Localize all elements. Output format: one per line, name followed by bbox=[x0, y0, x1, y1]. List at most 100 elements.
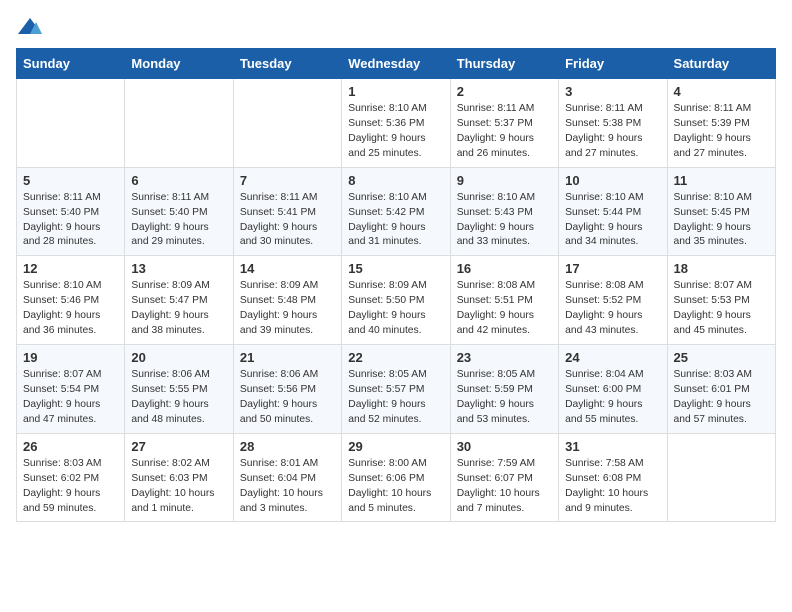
day-number: 2 bbox=[457, 84, 552, 99]
calendar-cell: 1 Sunrise: 8:10 AM Sunset: 5:36 PM Daylig… bbox=[342, 79, 450, 168]
calendar-cell bbox=[17, 79, 125, 168]
calendar-cell: 26 Sunrise: 8:03 AM Sunset: 6:02 PM Dayli… bbox=[17, 433, 125, 522]
calendar-cell: 4 Sunrise: 8:11 AM Sunset: 5:39 PM Daylig… bbox=[667, 79, 775, 168]
day-number: 9 bbox=[457, 173, 552, 188]
calendar-cell: 21 Sunrise: 8:06 AM Sunset: 5:56 PM Dayli… bbox=[233, 345, 341, 434]
cell-content: Sunrise: 8:11 AM Sunset: 5:41 PM Dayligh… bbox=[240, 191, 335, 251]
day-number: 1 bbox=[348, 84, 443, 99]
day-number: 17 bbox=[565, 261, 660, 276]
calendar-cell: 6 Sunrise: 8:11 AM Sunset: 5:40 PM Daylig… bbox=[125, 167, 233, 256]
cell-content: Sunrise: 8:09 AM Sunset: 5:50 PM Dayligh… bbox=[348, 279, 443, 339]
calendar-cell: 24Sunrise: 8:04 AM Sunset: 6:00 PM Dayli… bbox=[559, 345, 667, 434]
day-number: 16 bbox=[457, 261, 552, 276]
cell-content: Sunrise: 8:10 AM Sunset: 5:46 PM Dayligh… bbox=[23, 279, 118, 339]
day-number: 27 bbox=[131, 439, 226, 454]
calendar-cell: 11Sunrise: 8:10 AM Sunset: 5:45 PM Dayli… bbox=[667, 167, 775, 256]
calendar-cell: 12 Sunrise: 8:10 AM Sunset: 5:46 PM Dayli… bbox=[17, 256, 125, 345]
cell-content: Sunrise: 8:06 AM Sunset: 5:56 PM Dayligh… bbox=[240, 368, 335, 428]
cell-content: Sunrise: 7:59 AM Sunset: 6:07 PM Dayligh… bbox=[457, 457, 552, 517]
cell-content: Sunrise: 8:10 AM Sunset: 5:36 PM Dayligh… bbox=[348, 102, 443, 162]
week-row-5: 26 Sunrise: 8:03 AM Sunset: 6:02 PM Dayli… bbox=[17, 433, 776, 522]
day-number: 6 bbox=[131, 173, 226, 188]
cell-content: Sunrise: 8:09 AM Sunset: 5:48 PM Dayligh… bbox=[240, 279, 335, 339]
day-number: 7 bbox=[240, 173, 335, 188]
cell-content: Sunrise: 8:05 AM Sunset: 5:59 PM Dayligh… bbox=[457, 368, 552, 428]
weekday-header-monday: Monday bbox=[125, 49, 233, 79]
calendar-cell: 14 Sunrise: 8:09 AM Sunset: 5:48 PM Dayli… bbox=[233, 256, 341, 345]
cell-content: Sunrise: 8:00 AM Sunset: 6:06 PM Dayligh… bbox=[348, 457, 443, 517]
calendar-cell: 7 Sunrise: 8:11 AM Sunset: 5:41 PM Daylig… bbox=[233, 167, 341, 256]
weekday-header-saturday: Saturday bbox=[667, 49, 775, 79]
day-number: 8 bbox=[348, 173, 443, 188]
day-number: 26 bbox=[23, 439, 118, 454]
cell-content: Sunrise: 8:08 AM Sunset: 5:52 PM Dayligh… bbox=[565, 279, 660, 339]
day-number: 28 bbox=[240, 439, 335, 454]
cell-content: Sunrise: 8:03 AM Sunset: 6:02 PM Dayligh… bbox=[23, 457, 118, 517]
calendar-cell: 25 Sunrise: 8:03 AM Sunset: 6:01 PM Dayli… bbox=[667, 345, 775, 434]
weekday-header-sunday: Sunday bbox=[17, 49, 125, 79]
calendar-cell: 3Sunrise: 8:11 AM Sunset: 5:38 PM Daylig… bbox=[559, 79, 667, 168]
day-number: 20 bbox=[131, 350, 226, 365]
day-number: 23 bbox=[457, 350, 552, 365]
cell-content: Sunrise: 8:08 AM Sunset: 5:51 PM Dayligh… bbox=[457, 279, 552, 339]
cell-content: Sunrise: 8:11 AM Sunset: 5:37 PM Dayligh… bbox=[457, 102, 552, 162]
calendar-cell: 5 Sunrise: 8:11 AM Sunset: 5:40 PM Daylig… bbox=[17, 167, 125, 256]
calendar-cell: 20 Sunrise: 8:06 AM Sunset: 5:55 PM Dayli… bbox=[125, 345, 233, 434]
day-number: 14 bbox=[240, 261, 335, 276]
day-number: 18 bbox=[674, 261, 769, 276]
day-number: 15 bbox=[348, 261, 443, 276]
day-number: 4 bbox=[674, 84, 769, 99]
cell-content: Sunrise: 8:10 AM Sunset: 5:45 PM Dayligh… bbox=[674, 191, 769, 251]
cell-content: Sunrise: 8:10 AM Sunset: 5:42 PM Dayligh… bbox=[348, 191, 443, 251]
calendar-table: SundayMondayTuesdayWednesdayThursdayFrid… bbox=[16, 48, 776, 522]
logo bbox=[16, 16, 48, 38]
calendar-cell: 17 Sunrise: 8:08 AM Sunset: 5:52 PM Dayli… bbox=[559, 256, 667, 345]
calendar-cell: 30 Sunrise: 7:59 AM Sunset: 6:07 PM Dayli… bbox=[450, 433, 558, 522]
cell-content: Sunrise: 8:11 AM Sunset: 5:39 PM Dayligh… bbox=[674, 102, 769, 162]
calendar-cell: 16 Sunrise: 8:08 AM Sunset: 5:51 PM Dayli… bbox=[450, 256, 558, 345]
calendar-cell: 19 Sunrise: 8:07 AM Sunset: 5:54 PM Dayli… bbox=[17, 345, 125, 434]
calendar-cell: 10 Sunrise: 8:10 AM Sunset: 5:44 PM Dayli… bbox=[559, 167, 667, 256]
calendar-cell: 31 Sunrise: 7:58 AM Sunset: 6:08 PM Dayli… bbox=[559, 433, 667, 522]
calendar-cell: 9Sunrise: 8:10 AM Sunset: 5:43 PM Daylig… bbox=[450, 167, 558, 256]
weekday-header-thursday: Thursday bbox=[450, 49, 558, 79]
week-row-4: 19 Sunrise: 8:07 AM Sunset: 5:54 PM Dayli… bbox=[17, 345, 776, 434]
cell-content: Sunrise: 8:11 AM Sunset: 5:40 PM Dayligh… bbox=[131, 191, 226, 251]
day-number: 22 bbox=[348, 350, 443, 365]
calendar-cell: 13Sunrise: 8:09 AM Sunset: 5:47 PM Dayli… bbox=[125, 256, 233, 345]
day-number: 19 bbox=[23, 350, 118, 365]
cell-content: Sunrise: 8:07 AM Sunset: 5:53 PM Dayligh… bbox=[674, 279, 769, 339]
day-number: 12 bbox=[23, 261, 118, 276]
cell-content: Sunrise: 8:03 AM Sunset: 6:01 PM Dayligh… bbox=[674, 368, 769, 428]
weekday-header-friday: Friday bbox=[559, 49, 667, 79]
day-number: 25 bbox=[674, 350, 769, 365]
cell-content: Sunrise: 8:02 AM Sunset: 6:03 PM Dayligh… bbox=[131, 457, 226, 517]
cell-content: Sunrise: 8:11 AM Sunset: 5:40 PM Dayligh… bbox=[23, 191, 118, 251]
calendar-cell bbox=[125, 79, 233, 168]
day-number: 31 bbox=[565, 439, 660, 454]
day-number: 24 bbox=[565, 350, 660, 365]
cell-content: Sunrise: 8:05 AM Sunset: 5:57 PM Dayligh… bbox=[348, 368, 443, 428]
page-wrapper: SundayMondayTuesdayWednesdayThursdayFrid… bbox=[16, 16, 776, 522]
cell-content: Sunrise: 8:06 AM Sunset: 5:55 PM Dayligh… bbox=[131, 368, 226, 428]
cell-content: Sunrise: 7:58 AM Sunset: 6:08 PM Dayligh… bbox=[565, 457, 660, 517]
calendar-cell: 23 Sunrise: 8:05 AM Sunset: 5:59 PM Dayli… bbox=[450, 345, 558, 434]
day-number: 10 bbox=[565, 173, 660, 188]
cell-content: Sunrise: 8:10 AM Sunset: 5:44 PM Dayligh… bbox=[565, 191, 660, 251]
week-row-2: 5 Sunrise: 8:11 AM Sunset: 5:40 PM Daylig… bbox=[17, 167, 776, 256]
calendar-cell: 15 Sunrise: 8:09 AM Sunset: 5:50 PM Dayli… bbox=[342, 256, 450, 345]
header bbox=[16, 16, 776, 38]
day-number: 5 bbox=[23, 173, 118, 188]
calendar-cell: 2 Sunrise: 8:11 AM Sunset: 5:37 PM Daylig… bbox=[450, 79, 558, 168]
calendar-cell: 29 Sunrise: 8:00 AM Sunset: 6:06 PM Dayli… bbox=[342, 433, 450, 522]
week-row-3: 12 Sunrise: 8:10 AM Sunset: 5:46 PM Dayli… bbox=[17, 256, 776, 345]
cell-content: Sunrise: 8:07 AM Sunset: 5:54 PM Dayligh… bbox=[23, 368, 118, 428]
week-row-1: 1 Sunrise: 8:10 AM Sunset: 5:36 PM Daylig… bbox=[17, 79, 776, 168]
weekday-header-wednesday: Wednesday bbox=[342, 49, 450, 79]
calendar-cell: 27 Sunrise: 8:02 AM Sunset: 6:03 PM Dayli… bbox=[125, 433, 233, 522]
day-number: 21 bbox=[240, 350, 335, 365]
day-number: 30 bbox=[457, 439, 552, 454]
cell-content: Sunrise: 8:01 AM Sunset: 6:04 PM Dayligh… bbox=[240, 457, 335, 517]
day-number: 29 bbox=[348, 439, 443, 454]
calendar-cell: 8 Sunrise: 8:10 AM Sunset: 5:42 PM Daylig… bbox=[342, 167, 450, 256]
